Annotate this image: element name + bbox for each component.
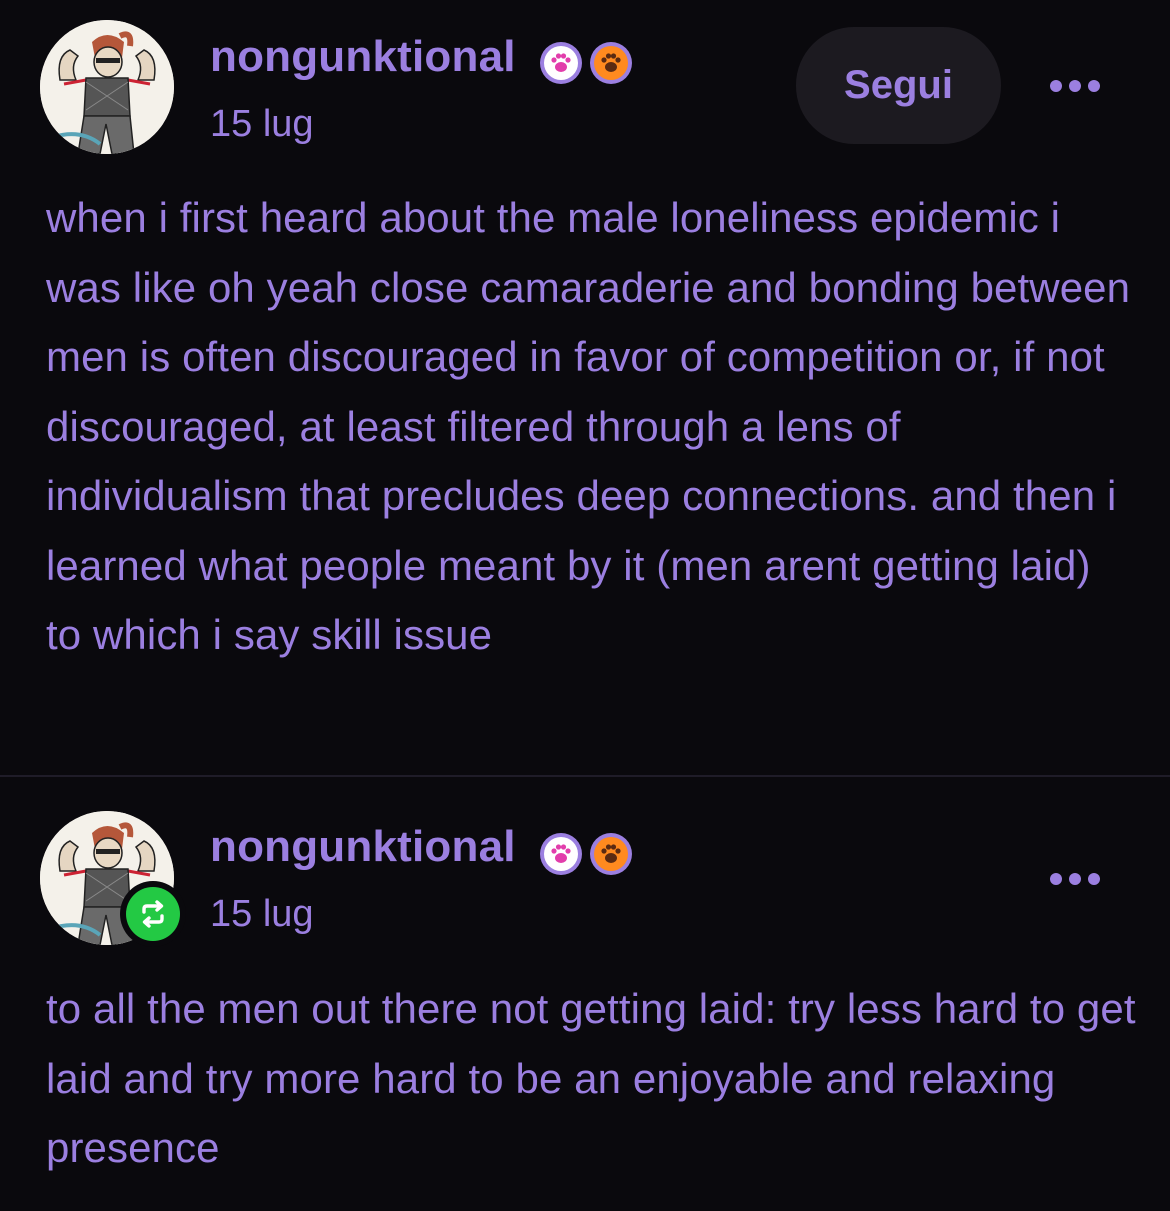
more-options-icon[interactable] — [1040, 71, 1110, 101]
reblog-icon — [120, 881, 186, 947]
badges — [540, 42, 632, 84]
paw-badge-icon[interactable] — [540, 42, 582, 84]
dot — [1069, 873, 1081, 885]
follow-button[interactable]: Segui — [796, 27, 1001, 144]
timestamp[interactable]: 15 lug — [210, 893, 314, 936]
avatar[interactable] — [40, 20, 174, 154]
badges — [540, 833, 632, 875]
dot — [1088, 80, 1100, 92]
post-body: when i first heard about the male loneli… — [46, 194, 1131, 658]
paw-badge-icon[interactable] — [590, 833, 632, 875]
avatar-illustration — [40, 20, 174, 154]
paw-badge-icon[interactable] — [590, 42, 632, 84]
dot — [1088, 873, 1100, 885]
dot — [1050, 80, 1062, 92]
post: nongunktional — [0, 0, 1170, 776]
more-options-icon[interactable] — [1040, 864, 1110, 894]
username[interactable]: nongunktional — [210, 822, 516, 872]
post-divider — [0, 775, 1170, 777]
username[interactable]: nongunktional — [210, 32, 516, 82]
post-body: to all the men out there not getting lai… — [46, 985, 1136, 1171]
paw-badge-icon[interactable] — [540, 833, 582, 875]
dot — [1069, 80, 1081, 92]
timestamp[interactable]: 15 lug — [210, 103, 314, 146]
post: nongunktional — [0, 778, 1170, 1211]
dot — [1050, 873, 1062, 885]
